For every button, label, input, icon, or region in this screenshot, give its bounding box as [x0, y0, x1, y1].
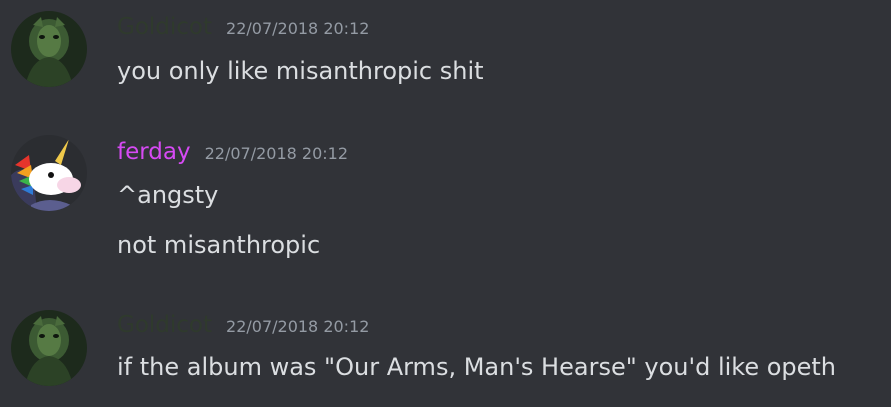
message-timestamp[interactable]: 22/07/2018 20:12	[226, 21, 369, 37]
message-text: if the album was "Our Arms, Man's Hearse…	[117, 353, 837, 381]
author-name[interactable]: Goldicot	[117, 16, 212, 39]
message-text: not misanthropic	[117, 231, 321, 259]
message-timestamp[interactable]: 22/07/2018 20:12	[205, 146, 348, 162]
green-creature-avatar-icon[interactable]	[11, 11, 87, 87]
message-timestamp[interactable]: 22/07/2018 20:12	[226, 319, 369, 335]
green-creature-avatar-icon[interactable]	[11, 310, 87, 386]
message-text: you only like misanthropic shit	[117, 57, 484, 85]
author-name[interactable]: ferday	[117, 141, 191, 164]
message-text: ^angsty	[117, 181, 219, 209]
unicorn-avatar-icon[interactable]	[11, 135, 87, 211]
author-name[interactable]: Goldicot	[117, 314, 212, 337]
chat-message-list: Goldicot 22/07/2018 20:12 you only like …	[0, 0, 891, 407]
